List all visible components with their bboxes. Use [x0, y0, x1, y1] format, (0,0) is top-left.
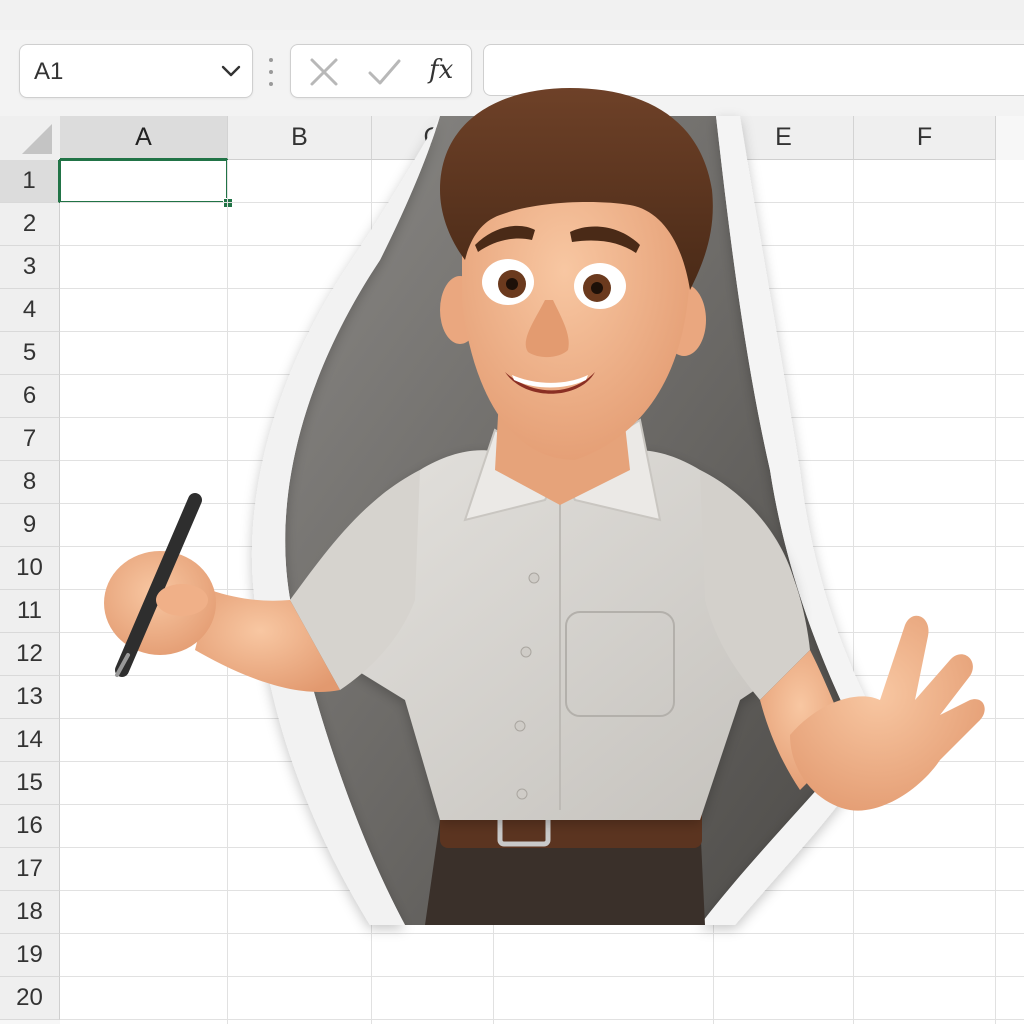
shirt-button: [528, 572, 540, 584]
right-pupil: [591, 282, 603, 294]
left-pupil: [506, 278, 518, 290]
shirt-button: [514, 720, 526, 732]
shirt-button: [520, 646, 532, 658]
character-illustration: [104, 88, 985, 925]
shirt-button: [516, 788, 528, 800]
left-thumb: [156, 584, 208, 616]
